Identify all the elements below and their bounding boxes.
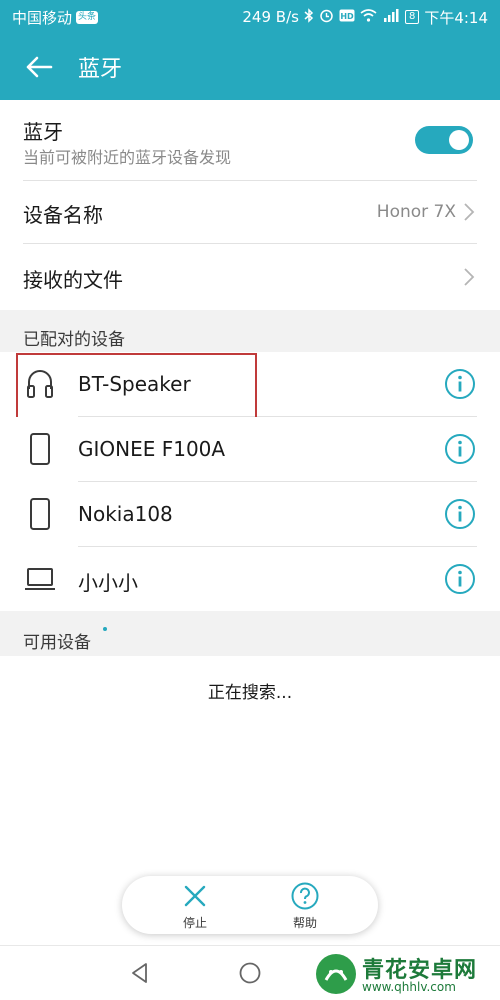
bluetooth-title: 蓝牙 [23,120,63,144]
info-icon[interactable] [444,563,476,595]
battery-icon: 8 [404,10,420,24]
chevron-right-icon [464,203,475,221]
stop-button[interactable]: 停止 [160,880,230,932]
nav-back-icon[interactable] [125,958,155,988]
paired-devices-header: 已配对的设备 [0,310,500,352]
info-icon[interactable] [444,433,476,465]
status-left: 中国移动 头条 [12,7,99,28]
arrow-left-icon [26,56,53,78]
help-label: 帮助 [292,916,317,930]
available-devices-header: 可用设备 [0,611,500,656]
searching-status: 正在搜索... [207,683,293,703]
device-name-label: 设备名称 [23,203,103,227]
alarm-icon [319,8,334,27]
chevron-right-icon [464,268,475,286]
info-icon[interactable] [444,498,476,530]
app-bar: 蓝牙 [0,34,500,100]
bluetooth-subtitle: 当前可被附近的蓝牙设备发现 [23,148,232,167]
device-name: 小小小 [78,571,138,595]
device-name: Nokia108 [78,502,173,526]
bluetooth-status-icon [304,7,314,27]
phone-icon [30,498,50,530]
phone-icon [30,433,50,465]
carrier-badge: 头条 [76,10,99,24]
bluetooth-toggle[interactable] [415,126,473,154]
hd-icon: HD [339,9,355,26]
received-files-label: 接收的文件 [23,268,123,292]
stop-label: 停止 [182,916,207,930]
signal-icon [382,8,400,26]
paired-device-item[interactable]: GIONEE F100A [0,417,500,481]
paired-devices-label: 已配对的设备 [23,330,125,350]
scanning-dot [103,627,107,631]
paired-device-item[interactable]: Nokia108 [0,482,500,546]
watermark-logo-icon [316,954,356,994]
watermark-url: www.qhhlv.com [362,980,456,994]
bottom-toolbar: 停止 帮助 [122,876,378,934]
wifi-icon [360,8,377,26]
device-name-row[interactable]: 设备名称 Honor 7X [0,181,500,243]
available-devices-label: 可用设备 [23,633,91,653]
device-name-value: Honor 7X [376,202,456,222]
help-icon [291,882,319,910]
carrier-name: 中国移动 [12,8,73,27]
toggle-knob [449,130,469,150]
paired-device-item[interactable]: 小小小 [0,547,500,611]
device-name: GIONEE F100A [78,437,226,461]
close-icon [184,885,206,907]
status-right: 249 B/s HD 8 下午4:14 [242,7,488,28]
back-button[interactable] [0,34,78,100]
help-button[interactable]: 帮助 [270,880,340,932]
page-title: 蓝牙 [78,57,123,82]
network-speed: 249 B/s [242,8,299,26]
status-bar: 中国移动 头条 249 B/s HD 8 下午4:14 [0,0,500,34]
received-files-row[interactable]: 接收的文件 [0,244,500,310]
watermark: 青花安卓网 www.qhhlv.com [310,950,500,1000]
laptop-icon [25,568,55,590]
nav-home-icon[interactable] [235,958,265,988]
clock: 下午4:14 [424,8,488,27]
svg-text:HD: HD [340,12,354,21]
info-icon[interactable] [444,368,476,400]
